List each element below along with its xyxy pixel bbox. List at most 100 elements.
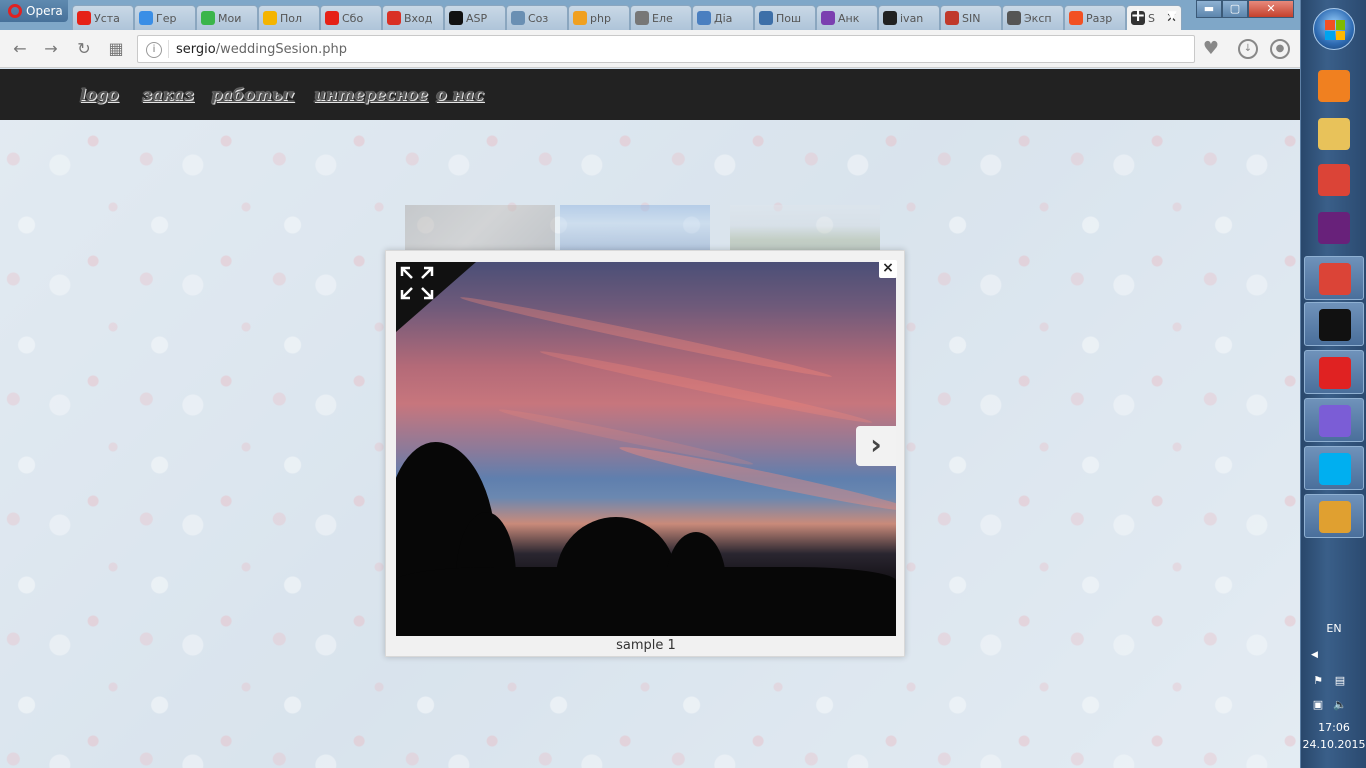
volume-icon[interactable]: 🔈 — [1333, 698, 1347, 712]
plus-circle-icon — [201, 11, 215, 25]
window-controls: ▬ ▢ ✕ — [1196, 0, 1294, 18]
account-icon[interactable]: ● — [1270, 39, 1290, 59]
tab-title: Еле — [652, 11, 673, 25]
browser-tab[interactable]: SIN — [940, 5, 1002, 30]
nav-link-works-label: работы — [211, 85, 288, 104]
browser-tab[interactable]: Мои — [196, 5, 258, 30]
tab-title: Соз — [528, 11, 549, 25]
tab-title: SIN — [962, 11, 981, 25]
minimize-button[interactable]: ▬ — [1196, 0, 1222, 18]
dou-icon — [449, 11, 463, 25]
start-button[interactable] — [1313, 8, 1355, 50]
form-icon — [821, 11, 835, 25]
nav-link-works[interactable]: работы▼ — [211, 85, 294, 104]
browser-tab[interactable]: Вход — [382, 5, 444, 30]
tab-menu-icon[interactable]: ▼ — [1162, 8, 1182, 24]
page-content: logo заказ работы▼ интересное о нас × › … — [0, 69, 1300, 768]
taskbar-app-button[interactable] — [1304, 350, 1364, 394]
download-icon[interactable]: ↓ — [1238, 39, 1258, 59]
bird-icon — [139, 11, 153, 25]
taskbar-app-button[interactable] — [1304, 112, 1364, 156]
lightbox-next-button[interactable]: › — [856, 426, 896, 466]
address-path: /weddingSesion.php — [215, 42, 348, 57]
youtube-icon — [325, 11, 339, 25]
file-explorer-icon — [1318, 118, 1350, 150]
forward-icon[interactable]: → — [41, 39, 61, 59]
media-player-icon — [1318, 70, 1350, 102]
tab-title: ASP — [466, 11, 488, 25]
habr-icon — [511, 11, 525, 25]
tab-title: Разр — [1086, 11, 1113, 25]
language-indicator[interactable]: EN — [1301, 622, 1366, 635]
tab-title: php — [590, 11, 611, 25]
maximize-button[interactable]: ▢ — [1222, 0, 1248, 18]
paint-icon — [1319, 501, 1351, 533]
tab-title: Гер — [156, 11, 177, 25]
windows-logo-icon — [1325, 20, 1345, 40]
tab-title: Вход — [404, 11, 433, 25]
browser-tab[interactable]: Еле — [630, 5, 692, 30]
taskbar-app-button[interactable] — [1304, 398, 1364, 442]
pause-icon — [759, 11, 773, 25]
gmail-icon — [387, 11, 401, 25]
taskbar-app-button[interactable] — [1304, 446, 1364, 490]
nav-link-about[interactable]: о нас — [436, 85, 484, 104]
taskbar-app-button[interactable] — [1304, 302, 1364, 346]
browser-tab[interactable]: Уста — [72, 5, 134, 30]
reload-icon[interactable]: ↻ — [74, 39, 94, 59]
browser-tab[interactable]: Эксп — [1002, 5, 1064, 30]
browser-tab[interactable]: Соз — [506, 5, 568, 30]
browser-tab[interactable]: Анк — [816, 5, 878, 30]
device-icon[interactable]: ▤ — [1333, 674, 1347, 688]
fullscreen-icon[interactable] — [400, 266, 434, 300]
windows-taskbar: EN ◀ ⚑ ▤ ▣ 🔈 17:06 24.10.2015 — [1300, 0, 1366, 768]
network-icon[interactable]: ▣ — [1311, 698, 1325, 712]
tab-title: Мои — [218, 11, 242, 25]
nav-link-logo[interactable]: logo — [80, 85, 119, 104]
taskbar-app-button[interactable] — [1304, 206, 1364, 250]
opera-logo-icon — [8, 4, 22, 18]
chat-icon — [697, 11, 711, 25]
opera-menu-button[interactable]: Opera — [0, 0, 68, 22]
browser-tab[interactable]: php — [568, 5, 630, 30]
action-center-flag-icon[interactable]: ⚑ — [1311, 674, 1325, 688]
lightbox-close-button[interactable]: × — [879, 260, 897, 278]
address-host: sergio — [176, 42, 216, 57]
browser-tab[interactable]: ASP — [444, 5, 506, 30]
site-info-icon[interactable]: i — [146, 42, 162, 58]
tab-title: Анк — [838, 11, 860, 25]
nav-link-interesting[interactable]: интересное — [314, 85, 428, 104]
taskbar-app-button[interactable] — [1304, 158, 1364, 202]
tab-title: ivan — [900, 11, 924, 25]
phpstorm-icon — [1319, 405, 1351, 437]
browser-tab[interactable]: ivan — [878, 5, 940, 30]
clock[interactable]: 17:06 24.10.2015 — [1301, 719, 1366, 753]
address-text[interactable]: sergio/weddingSesion.php — [176, 42, 347, 57]
youtube-icon — [77, 11, 91, 25]
tab-list: Уста Гер Мои Пол Сбо Вход ASP Соз php Еле Діа Пош Ан… — [72, 5, 1182, 30]
new-tab-button[interactable]: + — [1126, 6, 1150, 26]
nav-link-order[interactable]: заказ — [142, 85, 194, 104]
site-navbar: logo заказ работы▼ интересное о нас — [0, 69, 1300, 120]
browser-tabstrip: Opera Уста Гер Мои Пол Сбо Вход ASP Соз php Еле Ді… — [0, 0, 1300, 30]
taskbar-app-button[interactable] — [1304, 64, 1364, 108]
bookmark-heart-icon[interactable]: ♥ — [1200, 38, 1222, 60]
browser-tab[interactable]: Гер — [134, 5, 196, 30]
visual-studio-icon — [1318, 212, 1350, 244]
browser-tab[interactable]: Діа — [692, 5, 754, 30]
browser-tab[interactable]: Разр — [1064, 5, 1126, 30]
tab-title: Пош — [776, 11, 802, 25]
close-window-button[interactable]: ✕ — [1248, 0, 1294, 18]
taskbar-app-button[interactable] — [1304, 494, 1364, 538]
taskbar-app-button[interactable] — [1304, 256, 1364, 300]
browser-tab[interactable]: Сбо — [320, 5, 382, 30]
browser-tab[interactable]: Пол — [258, 5, 320, 30]
browser-tab[interactable]: Пош — [754, 5, 816, 30]
show-hidden-icons[interactable]: ◀ — [1311, 650, 1318, 660]
lightbox: × › sample 1 — [385, 250, 905, 657]
tab-title: Уста — [94, 11, 120, 25]
address-bar[interactable]: i sergio/weddingSesion.php — [137, 35, 1195, 63]
speed-dial-icon[interactable]: ▦ — [106, 39, 126, 59]
grid-icon — [1007, 11, 1021, 25]
back-icon[interactable]: ← — [10, 39, 30, 59]
